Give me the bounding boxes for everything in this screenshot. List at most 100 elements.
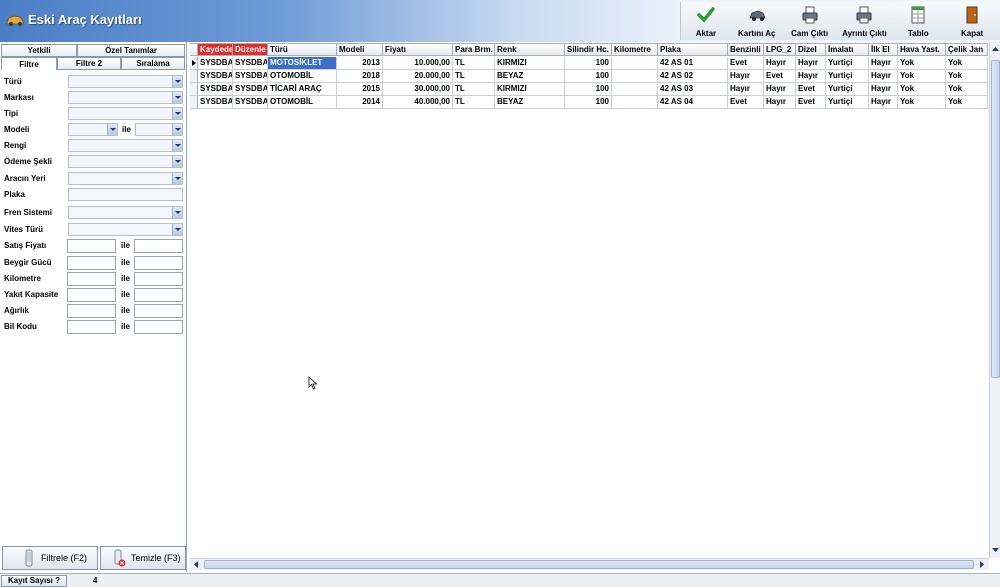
- tab-ozel-tanimlar[interactable]: Özel Tanımlar: [77, 44, 185, 57]
- beygir-to-input[interactable]: [134, 256, 183, 270]
- cell-imalati[interactable]: Yurtiçi: [826, 70, 869, 83]
- cell-hava-yastigi[interactable]: Yok: [898, 83, 946, 96]
- row-indicator[interactable]: [190, 70, 198, 83]
- cell-kaydeden[interactable]: SYSDBA: [198, 96, 233, 109]
- table-row[interactable]: SYSDBA SYSDBA TİCARİ ARAÇ 2015 30.000,00 TL KI…: [190, 83, 988, 96]
- cell-renk[interactable]: KIRMIZI: [495, 83, 565, 96]
- column-header-modeli[interactable]: Modeli: [337, 43, 383, 56]
- column-header-duzenleyen[interactable]: Düzenle: [233, 43, 268, 56]
- modeli-to-combo[interactable]: [135, 123, 183, 136]
- ayrinti-cikti-button[interactable]: Ayrıntı Çıktı: [837, 2, 893, 40]
- scroll-up-arrow-icon[interactable]: [991, 44, 1000, 54]
- cell-ilk-el[interactable]: Hayır: [869, 96, 898, 109]
- cell-celik-jant[interactable]: Yok: [946, 96, 988, 109]
- kilometre-from-input[interactable]: [67, 272, 116, 286]
- cell-silindir[interactable]: 100: [565, 57, 612, 70]
- tipi-combo[interactable]: [68, 107, 183, 120]
- cell-imalati[interactable]: Yurtiçi: [826, 96, 869, 109]
- cell-hava-yastigi[interactable]: Yok: [898, 57, 946, 70]
- column-header-ilk-el[interactable]: İlk El: [869, 43, 898, 56]
- kayit-sayisi-button[interactable]: Kayıt Sayısı ?: [1, 575, 67, 587]
- yakit-to-input[interactable]: [134, 288, 183, 302]
- column-header-silindir[interactable]: Silindir Hc.: [565, 43, 612, 56]
- cell-modeli[interactable]: 2015: [337, 83, 383, 96]
- column-header-fiyati[interactable]: Fiyatı: [383, 43, 453, 56]
- table-row[interactable]: SYSDBA SYSDBA OTOMOBİL 2018 20.000,00 TL BEYAZ…: [190, 70, 988, 83]
- cell-duzenleyen[interactable]: SYSDBA: [233, 83, 268, 96]
- cell-kaydeden[interactable]: SYSDBA: [198, 70, 233, 83]
- cell-turu[interactable]: OTOMOBİL: [268, 70, 337, 83]
- tab-filtre-2[interactable]: Filtre 2: [57, 57, 121, 70]
- column-header-turu[interactable]: Türü: [268, 43, 337, 56]
- temizle-button[interactable]: Temizle (F3): [100, 546, 186, 570]
- cell-turu[interactable]: OTOMOBİL: [268, 96, 337, 109]
- cell-silindir[interactable]: 100: [565, 83, 612, 96]
- cell-hava-yastigi[interactable]: Yok: [898, 96, 946, 109]
- table-row[interactable]: SYSDBA SYSDBA OTOMOBİL 2014 40.000,00 TL BEYAZ…: [190, 96, 988, 109]
- cell-plaka[interactable]: 42 AS 02: [658, 70, 728, 83]
- cam-cikti-button[interactable]: Cam Çıktı: [783, 2, 837, 40]
- scroll-right-arrow-icon[interactable]: [977, 560, 987, 569]
- tab-filtre[interactable]: Filtre: [1, 57, 57, 70]
- kapat-button[interactable]: Kapat: [944, 2, 1000, 40]
- cell-celik-jant[interactable]: Yok: [946, 57, 988, 70]
- cell-modeli[interactable]: 2013: [337, 57, 383, 70]
- column-header-dizel[interactable]: Dizel: [796, 43, 826, 56]
- cell-turu[interactable]: TİCARİ ARAÇ: [268, 83, 337, 96]
- cell-kilometre[interactable]: [612, 96, 658, 109]
- markasi-combo[interactable]: [68, 91, 183, 104]
- cell-ilk-el[interactable]: Hayır: [869, 57, 898, 70]
- filtrele-button[interactable]: Filtrele (F2): [2, 546, 98, 570]
- cell-silindir[interactable]: 100: [565, 70, 612, 83]
- cell-celik-jant[interactable]: Yok: [946, 70, 988, 83]
- cell-para-birimi[interactable]: TL: [453, 70, 495, 83]
- tab-yetkili[interactable]: Yetkili: [1, 44, 77, 57]
- cell-fiyati[interactable]: 40.000,00: [383, 96, 453, 109]
- horizontal-scroll-thumb[interactable]: [204, 560, 974, 569]
- agirlik-to-input[interactable]: [134, 304, 183, 318]
- cell-kaydeden[interactable]: SYSDBA: [198, 57, 233, 70]
- beygir-from-input[interactable]: [67, 256, 116, 270]
- cell-imalati[interactable]: Yurtiçi: [826, 83, 869, 96]
- cell-kilometre[interactable]: [612, 57, 658, 70]
- cell-silindir[interactable]: 100: [565, 96, 612, 109]
- cell-modeli[interactable]: 2014: [337, 96, 383, 109]
- cell-renk[interactable]: BEYAZ: [495, 96, 565, 109]
- scroll-down-arrow-icon[interactable]: [991, 545, 1000, 555]
- cell-modeli[interactable]: 2018: [337, 70, 383, 83]
- bilkodu-to-input[interactable]: [134, 320, 183, 334]
- column-header-imalati[interactable]: İmalatı: [826, 43, 869, 56]
- cell-ilk-el[interactable]: Hayır: [869, 70, 898, 83]
- vertical-scrollbar[interactable]: [989, 42, 1000, 558]
- cell-duzenleyen[interactable]: SYSDBA: [233, 70, 268, 83]
- column-header-kaydeden[interactable]: Kaydede: [198, 43, 233, 56]
- row-indicator[interactable]: [190, 83, 198, 96]
- cell-lpg[interactable]: Evet: [764, 70, 796, 83]
- cell-plaka[interactable]: 42 AS 04: [658, 96, 728, 109]
- satis-to-input[interactable]: [134, 239, 183, 253]
- cell-turu[interactable]: MOTOSİKLET: [268, 57, 337, 70]
- tab-siralama[interactable]: Sıralama: [121, 57, 185, 70]
- cell-kilometre[interactable]: [612, 70, 658, 83]
- cell-renk[interactable]: KIRMIZI: [495, 57, 565, 70]
- agirlik-from-input[interactable]: [67, 304, 116, 318]
- cell-benzinli[interactable]: Evet: [728, 96, 764, 109]
- cell-renk[interactable]: BEYAZ: [495, 70, 565, 83]
- horizontal-scrollbar[interactable]: [190, 558, 989, 570]
- cell-dizel[interactable]: Evet: [796, 83, 826, 96]
- cell-plaka[interactable]: 42 AS 03: [658, 83, 728, 96]
- cell-para-birimi[interactable]: TL: [453, 57, 495, 70]
- cell-ilk-el[interactable]: Hayır: [869, 83, 898, 96]
- cell-fiyati[interactable]: 20.000,00: [383, 70, 453, 83]
- scroll-left-arrow-icon[interactable]: [191, 560, 201, 569]
- cell-imalati[interactable]: Yurtiçi: [826, 57, 869, 70]
- kartini-ac-button[interactable]: Kartını Aç: [731, 2, 783, 40]
- cell-dizel[interactable]: Hayır: [796, 57, 826, 70]
- column-header-kilometre[interactable]: Kilometre: [612, 43, 658, 56]
- cell-duzenleyen[interactable]: SYSDBA: [233, 57, 268, 70]
- column-header-renk[interactable]: Renk: [495, 43, 565, 56]
- table-row[interactable]: SYSDBA SYSDBA MOTOSİKLET 2013 10.000,00 TL KIR…: [190, 57, 988, 70]
- cell-fiyati[interactable]: 10.000,00: [383, 57, 453, 70]
- bilkodu-from-input[interactable]: [67, 320, 116, 334]
- cell-para-birimi[interactable]: TL: [453, 96, 495, 109]
